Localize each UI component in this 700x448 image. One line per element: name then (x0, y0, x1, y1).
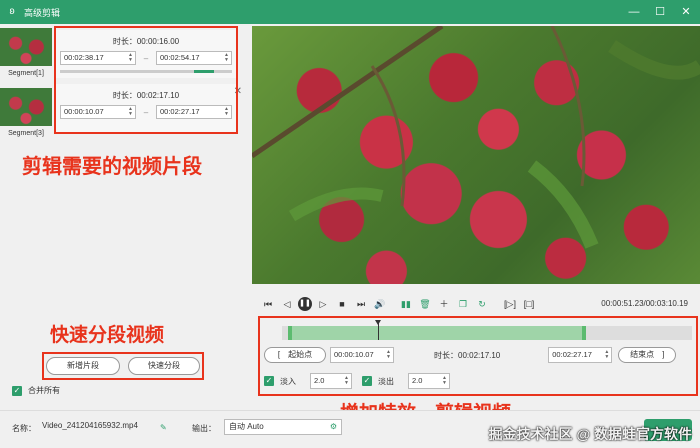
copy-icon[interactable]: ❐ (455, 296, 471, 312)
add-segment-button[interactable]: 新增片段 (46, 357, 120, 375)
branch-overlay (252, 26, 700, 249)
fade-in-input[interactable]: 2.0 ▲ ▼ (310, 373, 352, 389)
range-row: [ 起始点 00:00:10.07 ▲ ▼ 时长：00:02:17.10 00:0… (264, 346, 694, 364)
merge-all-checkbox[interactable]: ✓ (12, 385, 22, 396)
spinner-icon[interactable]: ▲ ▼ (344, 376, 349, 386)
mark-out-icon[interactable]: [□] (521, 296, 537, 312)
fade-out-label: 淡出 (378, 376, 394, 386)
segment-thumbnail[interactable]: Segment[3] (0, 88, 52, 144)
name-label: 名称： (12, 424, 36, 433)
thumbnail-image (0, 88, 52, 126)
minimize-icon[interactable]: — (628, 0, 640, 24)
window-title: 高级剪辑 (24, 7, 61, 18)
prev-icon[interactable]: ◁ (279, 296, 295, 312)
split-button-area: 新增片段 快速分段 (42, 352, 204, 380)
duration-label: 时长：00:02:17.10 (434, 350, 501, 360)
spinner-icon[interactable]: ▲ ▼ (386, 350, 391, 360)
timeline-editor: [ 起始点 00:00:10.07 ▲ ▼ 时长：00:02:17.10 00:0… (260, 318, 700, 398)
spinner-icon[interactable]: ▲ ▼ (442, 376, 447, 386)
timeline-selection[interactable] (288, 326, 586, 340)
gear-icon[interactable]: ⚙ (330, 420, 337, 434)
watermark: 掘金技术社区 @ 数据蛙官方软件 (488, 426, 692, 442)
stop-icon[interactable]: ■ (334, 296, 350, 312)
segment-thumbnail[interactable]: Segment[1] (0, 28, 52, 84)
thumbnail-image (0, 28, 52, 66)
fade-out-checkbox[interactable]: ✓ (362, 376, 372, 386)
title-bar: ʚ 高级剪辑 — ☐ ✕ (0, 0, 700, 24)
frog-icon: ʚ (9, 6, 15, 17)
end-time-value: 00:02:27.17 (552, 350, 592, 359)
effects-row: ✓ 淡入 2.0 ▲ ▼ ✓ 淡出 2.0 ▲ ▼ (264, 372, 694, 390)
name-field[interactable]: Video_241204165932.mp4 (38, 419, 156, 435)
end-time-input[interactable]: 00:02:27.17 ▲ ▼ (548, 347, 613, 363)
maximize-icon[interactable]: ☐ (654, 0, 666, 24)
volume-icon[interactable]: 🔊 (372, 296, 388, 312)
refresh-icon[interactable]: ↻ (474, 296, 490, 312)
thumbnail-label: Segment[1] (8, 70, 44, 77)
segment-thumbnails: Segment[1] Segment[3] (0, 28, 52, 148)
start-time-value: 00:00:10.07 (334, 350, 374, 359)
output-select[interactable]: 自动 Auto ⚙ (224, 419, 342, 435)
time-readout: 00:00:51.23/00:03:10.19 (601, 299, 688, 308)
fade-in-checkbox[interactable]: ✓ (264, 376, 274, 386)
split-annotation: 快速分段视频 (50, 324, 165, 346)
mark-in-icon[interactable]: [▷] (502, 296, 518, 312)
edit-icon[interactable]: ✎ (160, 423, 167, 432)
close-icon[interactable]: ✕ (680, 0, 692, 24)
end-point-button[interactable]: 结束点 ] (618, 347, 677, 363)
spinner-icon[interactable]: ▲ ▼ (604, 350, 609, 360)
output-label: 输出： (192, 424, 216, 433)
next-icon[interactable]: ▷ (315, 296, 331, 312)
window-controls: — ☐ ✕ (628, 0, 692, 24)
quick-split-button[interactable]: 快速分段 (128, 357, 200, 375)
output-value: 自动 Auto (229, 422, 264, 431)
thumbnail-label: Segment[3] (8, 130, 44, 137)
fade-out-value: 2.0 (412, 376, 423, 385)
step-back-icon[interactable]: ⏮ (260, 296, 276, 312)
name-value: Video_241204165932.mp4 (42, 421, 138, 430)
fade-in-value: 2.0 (314, 376, 325, 385)
skip-end-icon[interactable]: ⏭ (353, 296, 369, 312)
fade-out-input[interactable]: 2.0 ▲ ▼ (408, 373, 450, 389)
merge-all-label: 合并所有 (28, 386, 60, 395)
video-preview[interactable] (252, 26, 700, 284)
add-icon[interactable]: ＋ (436, 296, 452, 312)
timeline-track[interactable] (282, 320, 692, 340)
play-pause-icon[interactable]: ❚❚ (298, 297, 312, 311)
split-icon[interactable]: ▮▮ (398, 296, 414, 312)
segments-annotation: 剪辑需要的视频片段 (22, 154, 202, 178)
fade-in-label: 淡入 (280, 376, 296, 386)
merge-all-row: ✓ 合并所有 (12, 385, 60, 396)
start-time-input[interactable]: 00:00:10.07 ▲ ▼ (330, 347, 394, 363)
player-controls: ⏮ ◁ ❚❚ ▷ ■ ⏭ 🔊 ▮▮ 🗑 ＋ ❐ ↻ [▷] [□] 00:00:… (252, 290, 700, 318)
playhead[interactable] (375, 320, 381, 340)
start-point-button[interactable]: [ 起始点 (264, 347, 326, 363)
delete-icon[interactable]: 🗑 (417, 296, 433, 312)
segments-highlight (54, 26, 238, 134)
bottom-bar: 名称： Video_241204165932.mp4 ✎ 输出： 自动 Auto… (0, 410, 700, 448)
